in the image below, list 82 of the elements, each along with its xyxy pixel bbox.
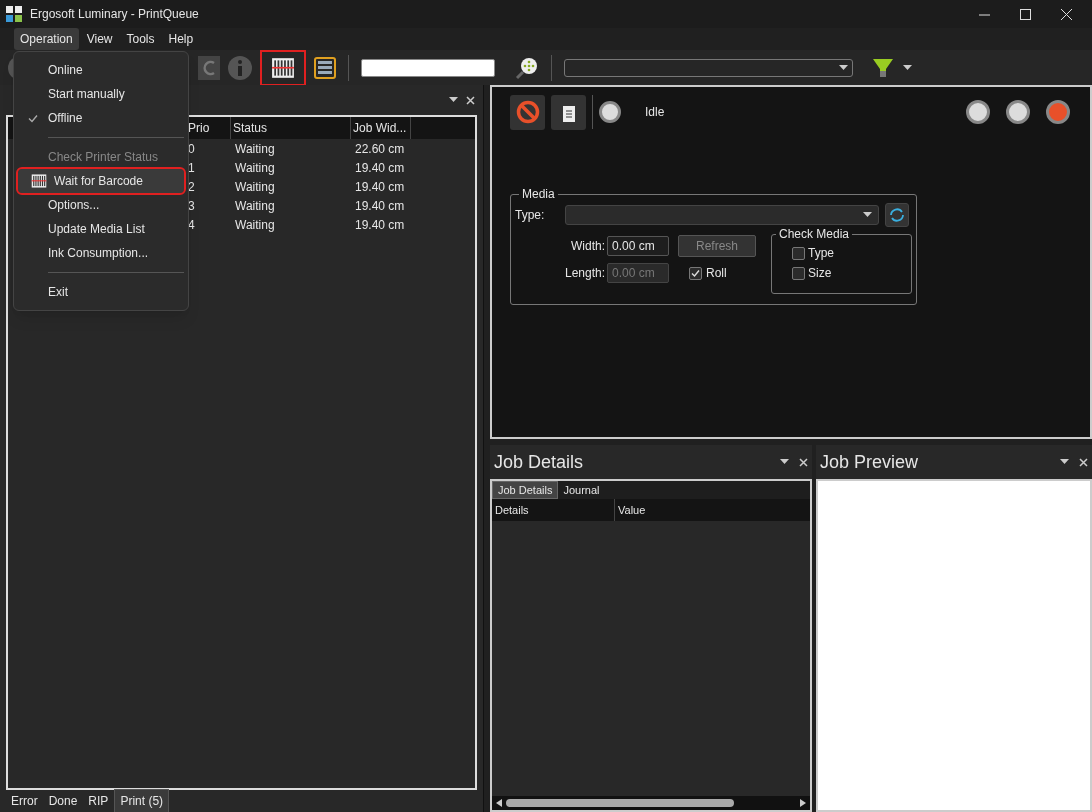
menu-item[interactable]: Offline	[18, 106, 184, 130]
width-field[interactable]: 0.00 cm	[607, 236, 669, 256]
menu-item[interactable]: Operation	[14, 28, 79, 50]
search-field[interactable]	[361, 58, 495, 77]
tab[interactable]: Journal	[558, 481, 605, 499]
tab[interactable]: Done	[43, 790, 83, 812]
refresh-icon[interactable]	[198, 55, 220, 80]
panel-title: Job Preview	[820, 450, 919, 474]
table-cell-text: 19.40 cm	[354, 197, 406, 215]
table-cell-text: 3	[187, 197, 196, 215]
group-title: Check Media	[778, 226, 851, 243]
close-icon[interactable]	[799, 457, 808, 467]
field-label: Type:	[515, 207, 546, 224]
window-title: Ergosoft Luminary - PrintQueue	[30, 6, 199, 23]
checkbox-label: Roll	[706, 265, 727, 282]
field-label: Width:	[570, 238, 605, 255]
roll-checkbox[interactable]	[689, 266, 702, 280]
table-cell-text: Waiting	[234, 197, 276, 215]
menu-item[interactable]: Tools	[120, 28, 161, 50]
table-cell-text: 19.40 cm	[354, 159, 406, 177]
table-cell-text: 22.60 cm	[354, 140, 406, 158]
refresh-button[interactable]: Refresh	[678, 235, 756, 257]
checkbox-label: Type	[808, 245, 834, 262]
menu-item[interactable]: Online	[18, 58, 184, 82]
refresh-button[interactable]	[885, 203, 909, 227]
panel-title: Job Details	[494, 450, 584, 474]
tab[interactable]: Print (5)	[114, 789, 170, 812]
menu-item[interactable]: Wait for Barcode	[18, 169, 184, 193]
table-cell-text: 2	[187, 178, 196, 196]
group-title: Media	[521, 186, 556, 203]
status-text: Idle	[645, 104, 665, 121]
column-header[interactable]: Status	[231, 117, 351, 139]
maximize-icon[interactable]	[1020, 8, 1031, 20]
right-arrow-icon[interactable]	[800, 799, 806, 807]
column-header[interactable]: Value	[615, 499, 810, 521]
table-cell-text: 1	[187, 159, 196, 177]
list-icon[interactable]	[314, 56, 336, 79]
tab[interactable]: RIP	[83, 790, 114, 812]
tab[interactable]: Error	[6, 790, 43, 812]
checkbox[interactable]	[792, 266, 805, 280]
column-header[interactable]: Job Wid...	[351, 117, 411, 139]
refresh-icon	[889, 207, 905, 223]
caret-icon[interactable]	[1060, 459, 1069, 465]
caret-icon[interactable]	[780, 459, 789, 465]
table-cell-text: 19.40 cm	[354, 178, 406, 196]
stop-button[interactable]	[510, 94, 545, 130]
filter-dropdown[interactable]	[564, 58, 853, 77]
left-arrow-icon[interactable]	[496, 799, 502, 807]
table-cell-text: Waiting	[234, 178, 276, 196]
menu-item[interactable]: Start manually	[18, 82, 184, 106]
barcode-icon	[271, 55, 295, 80]
menu-item[interactable]: Update Media List	[18, 217, 184, 241]
checkbox[interactable]	[792, 246, 805, 260]
tab[interactable]: Job Details	[492, 481, 559, 499]
check-icon	[28, 113, 38, 123]
table-cell-text: Waiting	[234, 216, 276, 234]
menu-item[interactable]: Help	[162, 28, 200, 50]
horizontal-scrollbar[interactable]	[492, 796, 810, 810]
menu-item[interactable]: Exit	[18, 280, 184, 304]
field-label: Length:	[563, 265, 605, 282]
app-logo-icon	[6, 6, 22, 22]
menu-item[interactable]: View	[80, 28, 119, 50]
status-light-icon	[599, 101, 621, 123]
caret-icon[interactable]	[863, 212, 872, 218]
table-cell-text: Waiting	[234, 159, 276, 177]
length-field: 0.00 cm	[607, 263, 669, 283]
document-button[interactable]	[551, 94, 586, 130]
checkbox-label: Size	[808, 265, 832, 282]
menu-item[interactable]: Options...	[18, 193, 184, 217]
caret-icon[interactable]	[449, 97, 458, 103]
search-icon[interactable]	[515, 55, 539, 80]
barcode-icon	[31, 173, 47, 189]
menu-item[interactable]: Ink Consumption...	[18, 241, 184, 265]
table-cell-text: 0	[187, 140, 196, 158]
close-icon[interactable]	[466, 95, 475, 105]
caret-icon[interactable]	[903, 64, 912, 71]
table-cell-text: Waiting	[234, 140, 276, 158]
close-icon[interactable]	[1079, 457, 1088, 467]
table-cell-text: 19.40 cm	[354, 216, 406, 234]
caret-icon[interactable]	[839, 64, 848, 71]
close-icon[interactable]	[1061, 8, 1072, 20]
column-header[interactable]: Details	[492, 499, 615, 521]
